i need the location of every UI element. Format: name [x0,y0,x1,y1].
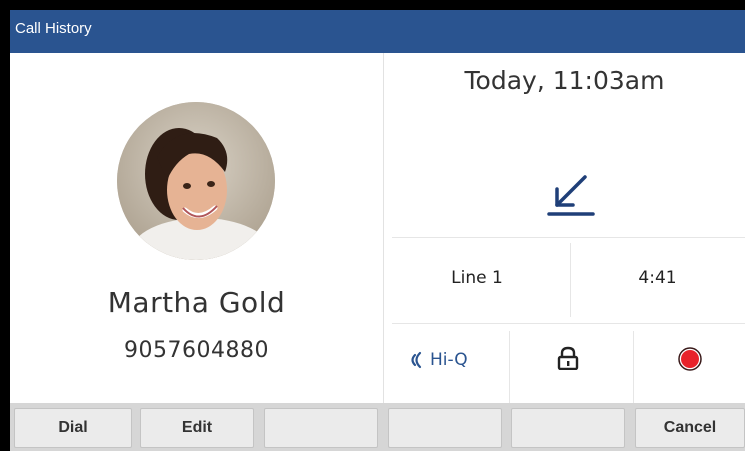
empty-softkey-5[interactable] [511,408,625,448]
divider [633,331,634,403]
avatar [117,102,275,260]
dial-softkey[interactable]: Dial [14,408,132,448]
call-line: Line 1 [451,268,503,288]
call-details-panel: Today, 11:03am Line 1 4:41 Hi-Q [384,53,745,403]
record-icon [678,347,702,371]
cancel-softkey[interactable]: Cancel [635,408,745,448]
divider [392,237,745,238]
device-frame: Call History Martha Gold 9057604880 Toda… [0,0,745,451]
contact-number: 9057604880 [124,338,269,363]
divider [392,323,745,324]
contact-name: Martha Gold [107,286,286,319]
hiq-label: Hi-Q [430,350,468,370]
hiq-audio-icon [411,351,422,369]
divider [509,331,510,403]
lock-icon [557,346,579,370]
incoming-call-arrow-icon [547,175,595,216]
phone-screen: Call History Martha Gold 9057604880 Toda… [10,10,745,451]
screen-title: Call History [15,20,92,37]
empty-softkey-4[interactable] [388,408,502,448]
title-bar: Call History [10,10,745,53]
hiq-indicator: Hi-Q [406,345,496,375]
softkey-bar: Dial Edit Cancel [10,403,745,451]
call-duration: 4:41 [638,268,677,288]
edit-softkey[interactable]: Edit [140,408,254,448]
empty-softkey-3[interactable] [264,408,378,448]
call-datetime: Today, 11:03am [464,66,665,95]
contact-panel: Martha Gold 9057604880 [10,53,383,403]
